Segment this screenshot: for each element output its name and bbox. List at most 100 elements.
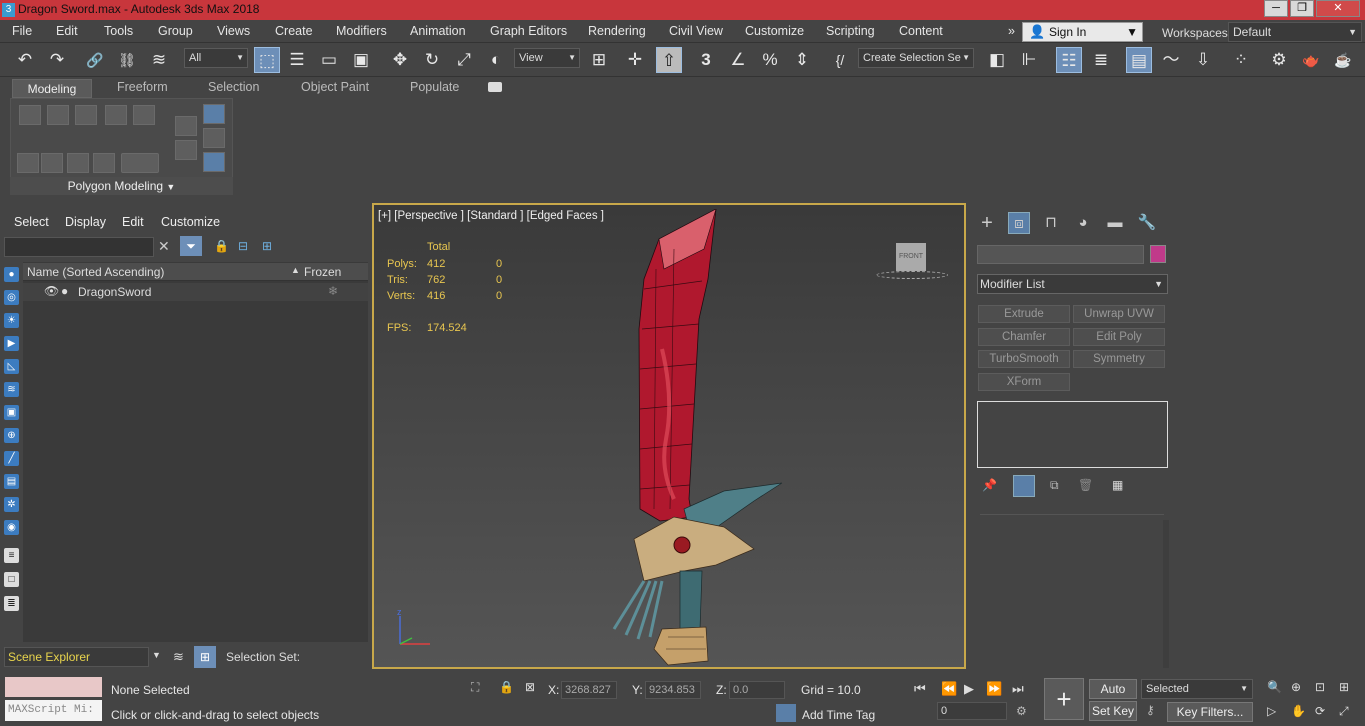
select-by-name-icon[interactable]: ☰ (286, 49, 308, 71)
render-setup-icon[interactable]: ⚙ (1268, 49, 1290, 71)
se-menu-customize[interactable]: Customize (161, 215, 220, 229)
maximize-viewport-icon[interactable]: ⤢ (1339, 704, 1349, 719)
scene-explorer-icon[interactable]: ▤ (1126, 47, 1152, 73)
create-tab-icon[interactable]: + (976, 212, 998, 234)
toggle-command-panel-icon[interactable] (203, 152, 225, 172)
previous-frame-icon[interactable]: ⏪ (941, 681, 957, 697)
hierarchy-tab-icon[interactable]: ⊓ (1040, 212, 1062, 234)
set-key-big-icon[interactable]: + (1044, 678, 1084, 720)
selection-filter-select[interactable]: All ▼ (184, 48, 248, 68)
link-icon[interactable]: 🔗 (84, 49, 106, 71)
layers-sort-icon[interactable]: ≋ (173, 649, 184, 665)
containers-filter-icon[interactable]: ▤ (4, 474, 19, 489)
selection-lock-icon[interactable]: 🔒 (499, 680, 514, 694)
scene-explorer-name-select[interactable]: Scene Explorer (4, 647, 149, 667)
lock-icon[interactable]: 🔒 (214, 239, 229, 253)
hierarchy-sort-icon[interactable]: ⊞ (194, 646, 216, 668)
remove-modifier-icon[interactable]: 🗑 (1078, 478, 1093, 492)
spinner-snap-icon[interactable]: ⇕ (791, 49, 813, 71)
menu-rendering[interactable]: Rendering (588, 24, 646, 38)
percent-snap-icon[interactable]: % (759, 49, 781, 71)
rendered-frame-window-icon[interactable]: 🫖 (1300, 49, 1322, 71)
viewcube[interactable]: FRONT (896, 243, 926, 271)
invert-display-icon[interactable]: □ (4, 572, 19, 587)
menu-content[interactable]: Content (899, 24, 943, 38)
viewcube-compass[interactable] (876, 271, 948, 279)
chamfer-button[interactable]: Chamfer (978, 328, 1070, 346)
angle-snap-icon[interactable]: ∠ (727, 49, 749, 71)
pan-icon[interactable]: ✋ (1291, 704, 1306, 718)
zoom-extents-all-icon[interactable]: ⊞ (1339, 680, 1349, 694)
pivot-center-icon[interactable]: ⊞ (588, 49, 610, 71)
shapes-filter-icon[interactable]: ◎ (4, 290, 19, 305)
rectangular-selection-icon[interactable]: ▭ (318, 49, 340, 71)
next-frame-icon[interactable]: ⏩ (986, 681, 1002, 697)
zoom-extents-icon[interactable]: ⊡ (1315, 680, 1325, 694)
play-icon[interactable]: ▶ (964, 681, 974, 697)
ribbon-tab-object-paint[interactable]: Object Paint (301, 80, 369, 94)
window-crossing-icon[interactable]: ▣ (350, 49, 372, 71)
curve-editor-icon[interactable]: 〜 (1160, 49, 1182, 71)
modify-tab-icon[interactable]: ⧈ (1008, 212, 1030, 234)
menu-views[interactable]: Views (217, 24, 250, 38)
reference-coordinate-select[interactable]: View ▼ (514, 48, 580, 68)
absolute-mode-icon[interactable]: ⊠ (525, 680, 535, 694)
viewport-label[interactable]: [+] [Perspective ] [Standard ] [Edged Fa… (378, 210, 604, 222)
perspective-viewport[interactable]: [+] [Perspective ] [Standard ] [Edged Fa… (372, 203, 966, 669)
polygon-icon[interactable] (105, 105, 127, 125)
motion-tab-icon[interactable]: ◕ (1072, 212, 1094, 234)
mirror-icon[interactable]: ◧ (986, 49, 1008, 71)
symmetry-button[interactable]: Symmetry (1073, 350, 1165, 368)
undo-icon[interactable]: ↶ (14, 49, 36, 71)
render-toggle-icon[interactable]: ● (61, 284, 68, 298)
convert-border-icon[interactable] (67, 153, 89, 173)
maxscript-listener-output[interactable] (5, 677, 102, 697)
cameras-filter-icon[interactable]: ▶ (4, 336, 19, 351)
current-frame-field[interactable]: 0 (937, 702, 1007, 720)
utilities-tab-icon[interactable]: 🔧 (1136, 212, 1158, 234)
time-tag-icon[interactable] (776, 704, 796, 722)
y-coordinate-field[interactable]: 9234.853 (645, 681, 701, 699)
show-end-result-icon[interactable] (203, 128, 225, 148)
menu-scripting[interactable]: Scripting (826, 24, 875, 38)
zoom-all-icon[interactable]: ⊕ (1291, 680, 1301, 694)
hierarchy-icon[interactable]: ⊟ (238, 239, 248, 253)
ribbon-tab-freeform[interactable]: Freeform (117, 80, 168, 94)
display-none-icon[interactable]: ≡ (4, 548, 19, 563)
ribbon-tab-selection[interactable]: Selection (208, 80, 259, 94)
maxscript-mini-listener[interactable]: MAXScript Mi: (5, 700, 102, 721)
menu-file[interactable]: File (12, 24, 32, 38)
orbit-icon[interactable]: ⟳ (1315, 704, 1325, 718)
key-filters-button[interactable]: Key Filters... (1167, 702, 1253, 722)
go-to-end-icon[interactable]: ⏭ (1012, 681, 1024, 697)
set-key-button[interactable]: Set Key (1089, 701, 1137, 721)
edit-poly-button[interactable]: Edit Poly (1073, 328, 1165, 346)
field-of-view-icon[interactable]: ▷ (1267, 704, 1276, 718)
se-menu-display[interactable]: Display (65, 215, 106, 229)
convert-polygon-icon[interactable] (93, 153, 115, 173)
toggle-ribbon-icon[interactable]: ≣ (1090, 49, 1112, 71)
move-icon[interactable]: ✥ (389, 49, 411, 71)
schematic-view-icon[interactable]: ⇩ (1192, 49, 1214, 71)
go-to-start-icon[interactable]: ⏮ (914, 681, 926, 697)
named-selection-set-select[interactable]: Create Selection Se ▼ (858, 48, 974, 68)
pin-stack-icon[interactable] (203, 104, 225, 124)
ribbon-tab-populate[interactable]: Populate (410, 80, 459, 94)
app-icon[interactable]: 3 (2, 3, 15, 17)
zoom-icon[interactable]: 🔍 (1267, 680, 1282, 694)
menu-modifiers[interactable]: Modifiers (336, 24, 387, 38)
convert-edge-icon[interactable] (41, 153, 63, 173)
helpers-filter-icon[interactable]: ◺ (4, 359, 19, 374)
vertex-icon[interactable] (19, 105, 41, 125)
menu-customize[interactable]: Customize (745, 24, 804, 38)
lights-filter-icon[interactable]: ☀ (4, 313, 19, 328)
convert-vertex-icon[interactable] (17, 153, 39, 173)
ribbon-tab-modeling[interactable]: Modeling (12, 79, 92, 98)
pin-stack-icon[interactable]: 📌 (982, 478, 997, 492)
geometry-filter-icon[interactable]: ● (4, 267, 19, 282)
modify-mode-icon[interactable] (175, 116, 197, 136)
layer-explorer-icon[interactable]: ☷ (1056, 47, 1082, 73)
render-production-icon[interactable]: ☕ (1332, 49, 1354, 71)
xrefs-filter-icon[interactable]: ⊕ (4, 428, 19, 443)
edit-named-selection-icon[interactable]: {/ (829, 49, 851, 71)
